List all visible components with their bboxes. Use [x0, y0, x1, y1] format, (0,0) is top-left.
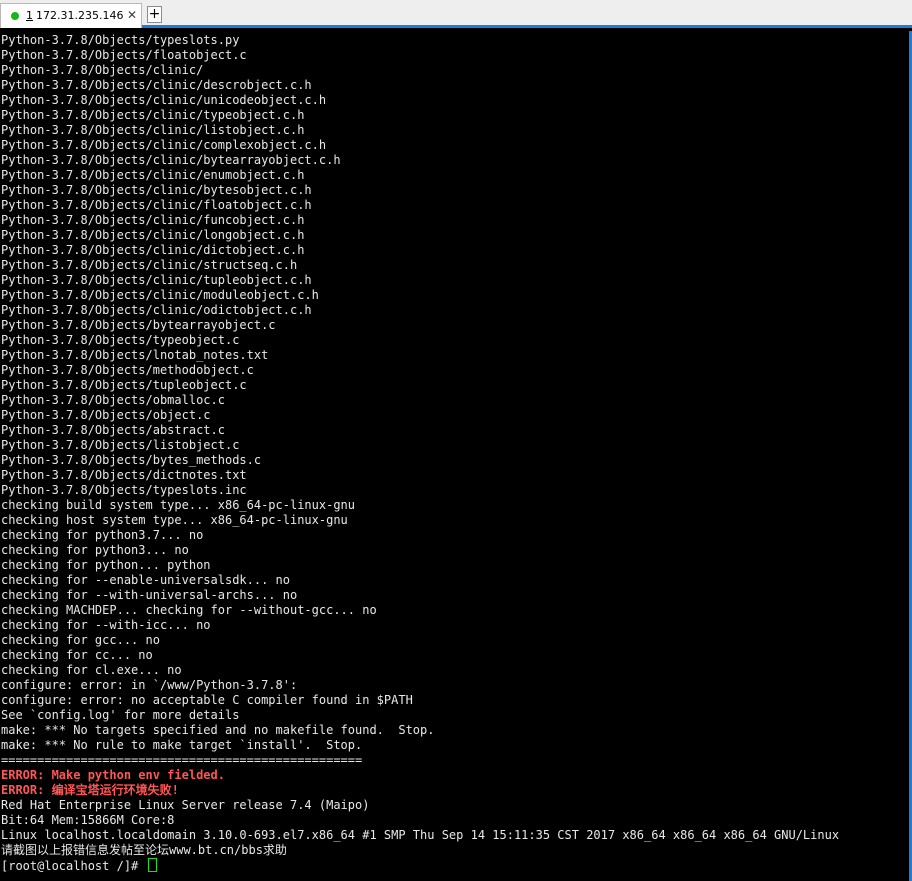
output-line: Python-3.7.8/Objects/typeslots.py [1, 33, 240, 47]
output-line: checking for python3.7... no [1, 528, 204, 542]
output-line: Bit:64 Mem:15866M Core:8 [1, 813, 175, 827]
output-line: Python-3.7.8/Objects/obmalloc.c [1, 393, 225, 407]
output-line: configure: error: no acceptable C compil… [1, 693, 413, 707]
output-line: See `config.log' for more details [1, 708, 240, 722]
output-line: configure: error: in `/www/Python-3.7.8'… [1, 678, 298, 692]
output-line: Python-3.7.8/Objects/clinic/listobject.c… [1, 123, 305, 137]
output-line: Python-3.7.8/Objects/clinic/longobject.c… [1, 228, 305, 242]
output-line: Python-3.7.8/Objects/clinic/moduleobject… [1, 288, 319, 302]
output-line: Linux localhost.localdomain 3.10.0-693.e… [1, 828, 840, 842]
output-line: 请截图以上报错信息发帖至论坛www.bt.cn/bbs求助 [1, 843, 287, 857]
tab-bar: 1 172.31.235.146 ✕ + [0, 0, 912, 28]
connection-status-icon [11, 12, 19, 20]
output-line: checking for cc... no [1, 648, 153, 662]
output-line: make: *** No targets specified and no ma… [1, 723, 435, 737]
error-line: ERROR: 编译宝塔运行环境失败! [1, 783, 179, 797]
output-line: checking for --with-icc... no [1, 618, 211, 632]
output-line: Python-3.7.8/Objects/clinic/unicodeobjec… [1, 93, 327, 107]
output-line: Python-3.7.8/Objects/methodobject.c [1, 363, 254, 377]
shell-prompt: [root@localhost /]# [1, 859, 146, 873]
close-icon[interactable]: ✕ [127, 8, 137, 22]
prompt-line[interactable]: [root@localhost /]# [1, 858, 909, 873]
output-line: Python-3.7.8/Objects/dictnotes.txt [1, 468, 247, 482]
output-line: Python-3.7.8/Objects/abstract.c [1, 423, 225, 437]
output-line: Python-3.7.8/Objects/clinic/funcobject.c… [1, 213, 305, 227]
output-line: checking build system type... x86_64-pc-… [1, 498, 356, 512]
output-line: Python-3.7.8/Objects/tupleobject.c [1, 378, 247, 392]
output-line: Python-3.7.8/Objects/clinic/bytearrayobj… [1, 153, 341, 167]
output-line: Python-3.7.8/Objects/typeobject.c [1, 333, 240, 347]
output-line: Python-3.7.8/Objects/clinic/descrobject.… [1, 78, 312, 92]
error-line: ERROR: Make python env fielded. [1, 768, 225, 782]
output-line: checking for cl.exe... no [1, 663, 182, 677]
output-line: checking for --with-universal-archs... n… [1, 588, 298, 602]
output-line: Python-3.7.8/Objects/clinic/dictobject.c… [1, 243, 305, 257]
output-line: Python-3.7.8/Objects/typeslots.inc [1, 483, 247, 497]
output-line: Python-3.7.8/Objects/clinic/structseq.c.… [1, 258, 298, 272]
tab-label: 172.31.235.146 [36, 9, 124, 22]
output-line: checking for python3... no [1, 543, 189, 557]
output-line: Python-3.7.8/Objects/clinic/typeobject.c… [1, 108, 305, 122]
output-line: Python-3.7.8/Objects/clinic/bytesobject.… [1, 183, 312, 197]
output-line: Python-3.7.8/Objects/clinic/ [1, 63, 204, 77]
new-tab-button[interactable]: + [147, 6, 162, 23]
output-line: Python-3.7.8/Objects/object.c [1, 408, 211, 422]
output-line: checking host system type... x86_64-pc-l… [1, 513, 348, 527]
output-line: make: *** No rule to make target `instal… [1, 738, 363, 752]
output-line: Python-3.7.8/Objects/clinic/floatobject.… [1, 198, 312, 212]
output-line: Red Hat Enterprise Linux Server release … [1, 798, 370, 812]
output-line: Python-3.7.8/Objects/clinic/complexobjec… [1, 138, 327, 152]
output-line: Python-3.7.8/Objects/bytes_methods.c [1, 453, 262, 467]
tab-index: 1 [26, 9, 33, 22]
output-line: Python-3.7.8/Objects/clinic/odictobject.… [1, 303, 312, 317]
output-line: Python-3.7.8/Objects/floatobject.c [1, 48, 247, 62]
output-line: checking for gcc... no [1, 633, 160, 647]
output-line: Python-3.7.8/Objects/clinic/enumobject.c… [1, 168, 305, 182]
terminal-window: 1 172.31.235.146 ✕ + Python-3.7.8/Object… [0, 0, 912, 881]
output-line: ========================================… [1, 753, 363, 767]
output-line: Python-3.7.8/Objects/bytearrayobject.c [1, 318, 276, 332]
output-line: Python-3.7.8/Objects/clinic/tupleobject.… [1, 273, 312, 287]
output-line: checking for --enable-universalsdk... no [1, 573, 290, 587]
output-line: Python-3.7.8/Objects/lnotab_notes.txt [1, 348, 269, 362]
text-cursor [147, 858, 157, 872]
output-line: checking MACHDEP... checking for --witho… [1, 603, 377, 617]
session-tab[interactable]: 1 172.31.235.146 ✕ [0, 3, 142, 28]
output-line: Python-3.7.8/Objects/listobject.c [1, 438, 240, 452]
terminal-output[interactable]: Python-3.7.8/Objects/typeslots.py Python-… [1, 33, 909, 878]
output-line: checking for python... python [1, 558, 211, 572]
